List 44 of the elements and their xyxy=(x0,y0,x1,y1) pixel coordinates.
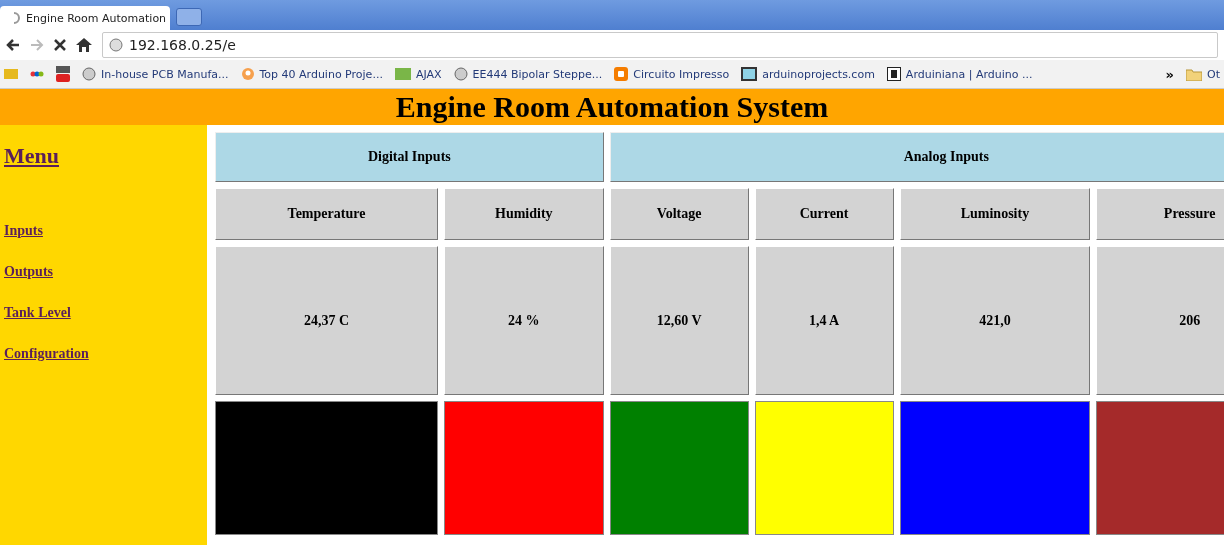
column-header: Current xyxy=(754,188,894,240)
column-header: Pressure xyxy=(1096,188,1224,240)
globe-icon xyxy=(109,38,123,52)
value-cell: 24 % xyxy=(443,246,604,395)
menu-link[interactable]: Outputs xyxy=(4,264,54,280)
frame-icon xyxy=(741,67,758,81)
tab-title: Engine Room Automation xyxy=(26,11,167,25)
globe-icon xyxy=(82,67,96,81)
bookmark[interactable]: Arduiniana | Arduino ... xyxy=(886,67,1033,81)
blogger-icon xyxy=(614,67,629,81)
browser-tab[interactable]: Engine Room Automation xyxy=(0,6,170,30)
url-text: 192.168.0.25/e xyxy=(129,37,236,53)
value-cell: 421,0 xyxy=(899,246,1091,395)
value-cell: 24,37 C xyxy=(215,246,438,395)
home-icon[interactable] xyxy=(76,38,92,52)
menu-heading[interactable]: Menu xyxy=(4,143,59,169)
globe-icon xyxy=(453,67,468,81)
stop-icon[interactable] xyxy=(54,39,66,51)
column-header: Voltage xyxy=(609,188,749,240)
value-cell: 1,4 A xyxy=(754,246,894,395)
column-header: Temperature xyxy=(215,188,438,240)
bookmark[interactable]: In-house PCB Manufa... xyxy=(82,67,229,81)
folder-icon xyxy=(1186,67,1202,81)
bookmark-folder[interactable]: Ot xyxy=(1186,67,1220,81)
menu-link[interactable]: Inputs xyxy=(4,223,43,239)
page-title: Engine Room Automation System xyxy=(395,90,829,124)
menu-link[interactable]: Configuration xyxy=(4,346,89,362)
menu-link[interactable]: Tank Level xyxy=(4,305,71,321)
bookmark[interactable]: AJAX xyxy=(394,67,442,81)
column-header: Humidity xyxy=(443,188,604,240)
document-icon xyxy=(886,67,901,81)
bookmark[interactable]: Circuito Impresso xyxy=(614,67,730,81)
bookmark[interactable]: EE444 Bipolar Steppe... xyxy=(453,67,603,81)
value-cell: 206 xyxy=(1096,246,1224,395)
column-header: Luminosity xyxy=(899,188,1091,240)
group-header: Digital Inputs xyxy=(215,132,604,182)
group-header: Analog Inputs xyxy=(609,132,1224,182)
bookmark[interactable]: arduinoprojects.com xyxy=(741,67,875,81)
more-bookmarks-button[interactable]: » xyxy=(1165,66,1174,82)
new-tab-button[interactable] xyxy=(176,8,202,26)
value-cell: 12,60 V xyxy=(609,246,749,395)
address-bar[interactable]: 192.168.0.25/e xyxy=(102,32,1218,58)
back-icon[interactable] xyxy=(6,39,20,51)
bookmark[interactable]: Top 40 Arduino Proje... xyxy=(240,67,383,81)
